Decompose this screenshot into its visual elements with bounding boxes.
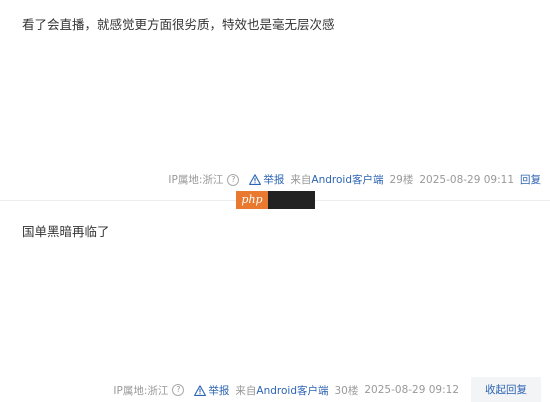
post-time: 2025-08-29 09:12 [364,384,459,396]
ip-location: IP属地:浙江 ? [168,172,240,187]
help-icon[interactable]: ? [172,384,185,396]
report-label: 举报 [263,174,285,186]
post-floor-30: 国单黑暗再临了 IP属地:浙江 ? 举报 来自Android客户端 30楼 20… [0,201,550,402]
post-tail: IP属地:浙江 ? 举报 来自Android客户端 29楼 2025-08-29… [168,172,541,187]
report-button[interactable]: 举报 [194,383,229,398]
reply-button[interactable]: 回复 [520,172,541,187]
floor-number: 30楼 [334,384,359,397]
post-floor-29: 看了会直播，就感觉更方面很劣质，特效也是毫无层次感 IP属地:浙江 ? 举报 来… [0,0,550,201]
ip-label: IP属地:浙江 [113,384,169,397]
client-link[interactable]: Android客户端 [311,174,383,186]
from-prefix: 来自 [235,384,257,397]
client-source: 来自Android客户端 [235,383,328,398]
client-source: 来自Android客户端 [290,172,383,187]
post-content: 看了会直播，就感觉更方面很劣质，特效也是毫无层次感 [22,17,335,32]
post-time: 2025-08-29 09:11 [419,173,514,186]
client-link[interactable]: Android客户端 [256,385,328,397]
warning-icon [249,174,262,185]
post-content: 国单黑暗再临了 [22,224,110,239]
floor-number: 29楼 [389,174,414,186]
ip-location: IP属地:浙江 ? [113,383,185,398]
help-icon[interactable]: ? [227,173,240,186]
from-prefix: 来自 [290,174,312,186]
thread-page: 看了会直播，就感觉更方面很劣质，特效也是毫无层次感 IP属地:浙江 ? 举报 来… [0,0,550,402]
report-button[interactable]: 举报 [249,172,284,187]
report-label: 举报 [208,384,230,397]
warning-icon [194,384,207,396]
post-tail: IP属地:浙江 ? 举报 来自Android客户端 30楼 2025-08-29… [113,377,541,402]
collapse-replies-button[interactable]: 收起回复 [471,377,541,402]
ip-label: IP属地:浙江 [168,174,224,186]
